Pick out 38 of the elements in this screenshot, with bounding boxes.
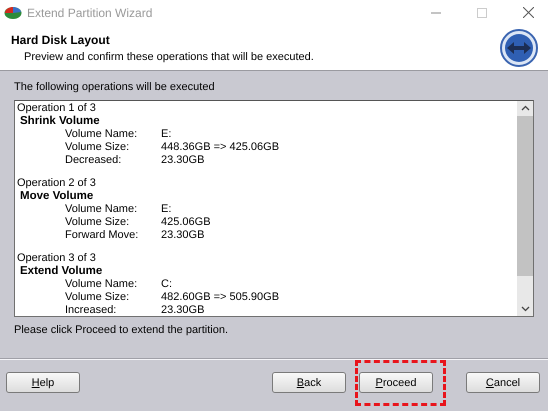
dialog-button[interactable]: Cancel — [466, 372, 540, 393]
field-value: E: — [161, 128, 172, 140]
operation-name: Shrink Volume — [20, 115, 101, 128]
field-label: Decreased: — [65, 154, 122, 167]
field-label: Volume Name: — [65, 203, 138, 216]
page-title: Hard Disk Layout — [11, 32, 111, 46]
field-value: 23.30GB — [161, 154, 204, 166]
field-value: 23.30GB — [161, 304, 204, 316]
field-value: E: — [161, 203, 172, 215]
operation-name: Move Volume — [20, 190, 94, 203]
field-label: Volume Size: — [65, 291, 130, 304]
field-label: Volume Name: — [65, 128, 138, 141]
field-value: 23.30GB — [161, 229, 204, 241]
list-label: The following operations will be executed — [14, 81, 216, 95]
dialog-button[interactable]: Proceed — [359, 372, 433, 393]
field-label: Increased: — [65, 304, 118, 317]
instruction-text: Please click Proceed to extend the partition. — [14, 324, 230, 336]
dialog-button[interactable]: Back — [272, 372, 346, 393]
field-label: Volume Size: — [65, 141, 130, 154]
operation-heading: Operation 2 of 3 — [17, 177, 97, 190]
close-icon[interactable] — [523, 7, 534, 18]
dialog-button[interactable]: Help — [6, 372, 80, 393]
disk-icon — [4, 6, 22, 20]
field-value: 425.06GB — [161, 216, 211, 228]
scroll-down-icon[interactable] — [520, 306, 530, 312]
page-subtitle: Preview and confirm these operations that will be executed. — [24, 50, 314, 62]
operation-heading: Operation 3 of 3 — [17, 252, 97, 265]
field-value: 448.36GB => 425.06GB — [161, 141, 280, 153]
operation-name: Extend Volume — [20, 265, 104, 278]
window-title: Extend Partition Wizard — [27, 6, 154, 20]
scrollbar[interactable] — [517, 101, 533, 316]
operation-heading: Operation 1 of 3 — [17, 102, 97, 115]
field-label: Volume Name: — [65, 278, 138, 291]
field-label: Forward Move: — [65, 229, 140, 242]
field-label: Volume Size: — [65, 216, 130, 229]
field-value: 482.60GB => 505.90GB — [161, 291, 280, 303]
scroll-up-icon[interactable] — [520, 105, 530, 111]
field-value: C: — [161, 278, 172, 290]
